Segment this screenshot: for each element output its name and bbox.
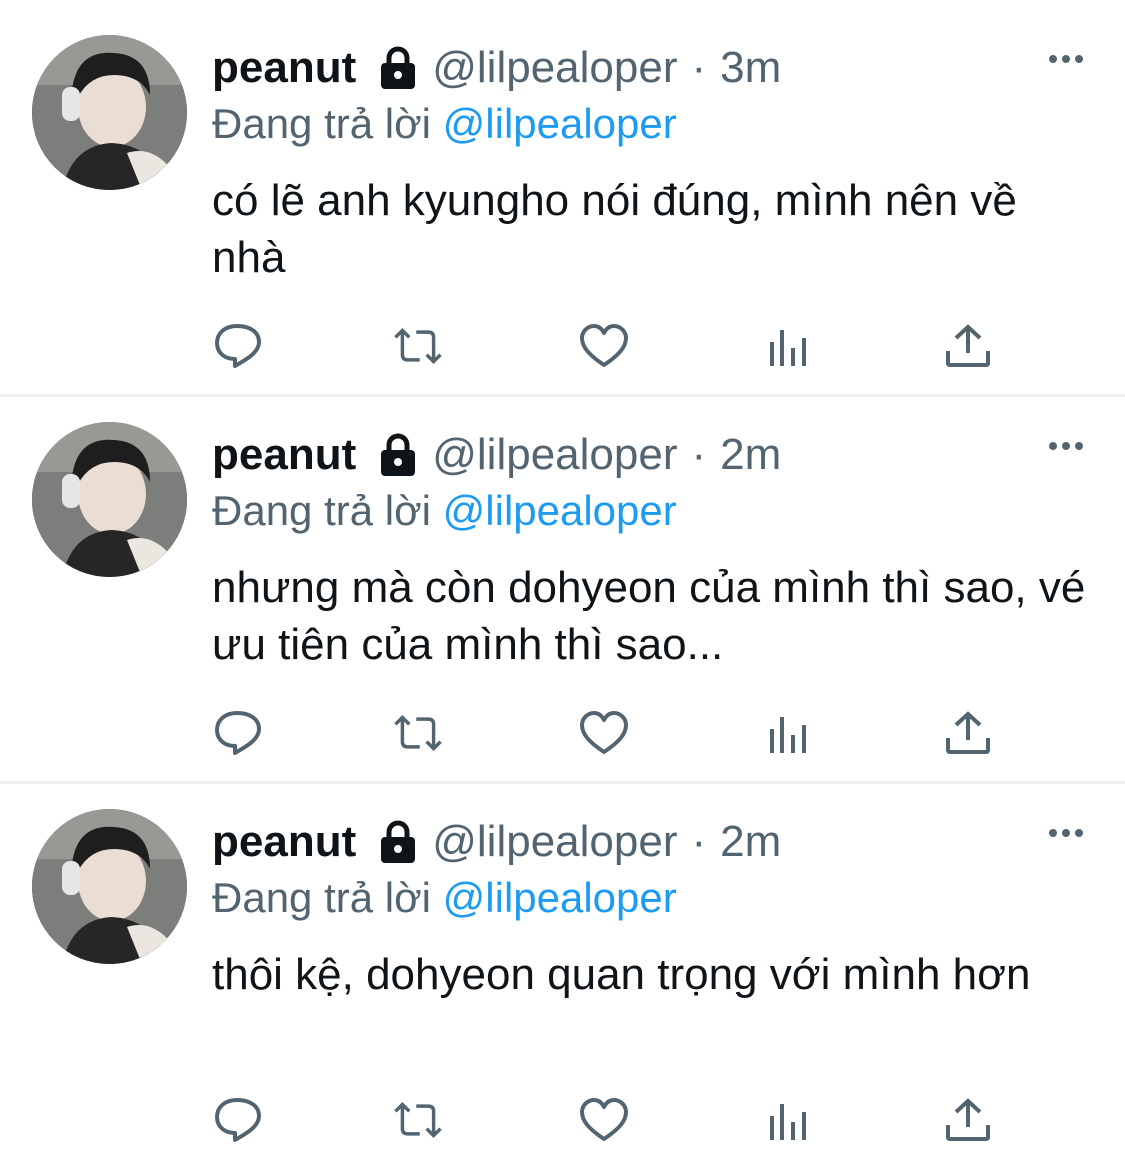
tweet-actions	[212, 707, 1002, 759]
tweet[interactable]: peanut @lilpealoper · 2m Đang trả lời @l…	[0, 774, 1125, 1167]
display-name[interactable]: peanut	[212, 43, 356, 93]
reply-icon[interactable]	[212, 320, 264, 372]
separator: ·	[691, 817, 707, 866]
tweet[interactable]: peanut @lilpealoper · 2m Đang trả lời @l…	[0, 387, 1125, 782]
reply-handle-link[interactable]: @lilpealoper	[443, 487, 677, 534]
tweet-header: peanut @lilpealoper · 2m	[212, 814, 781, 870]
tweet-header: peanut @lilpealoper · 2m	[212, 427, 781, 483]
share-icon[interactable]	[942, 1094, 994, 1146]
share-icon[interactable]	[942, 707, 994, 759]
retweet-icon[interactable]	[392, 1094, 444, 1146]
more-icon[interactable]	[1049, 55, 1083, 63]
replying-to: Đang trả lời @lilpealoper	[212, 874, 677, 922]
lock-icon	[378, 46, 418, 90]
lock-icon	[378, 433, 418, 477]
like-icon[interactable]	[578, 1094, 630, 1146]
analytics-icon[interactable]	[762, 320, 814, 372]
separator: ·	[691, 430, 707, 479]
user-handle[interactable]: @lilpealoper	[432, 817, 677, 867]
display-name[interactable]: peanut	[212, 817, 356, 867]
more-icon[interactable]	[1049, 829, 1083, 837]
tweet-actions	[212, 320, 1002, 372]
replying-to: Đang trả lời @lilpealoper	[212, 487, 677, 535]
user-handle[interactable]: @lilpealoper	[432, 43, 677, 93]
timestamp[interactable]: 3m	[720, 43, 781, 93]
lock-icon	[378, 820, 418, 864]
tweet-header: peanut @lilpealoper · 3m	[212, 40, 781, 96]
replying-to: Đang trả lời @lilpealoper	[212, 100, 677, 148]
reply-handle-link[interactable]: @lilpealoper	[443, 100, 677, 147]
more-icon[interactable]	[1049, 442, 1083, 450]
retweet-icon[interactable]	[392, 320, 444, 372]
like-icon[interactable]	[578, 707, 630, 759]
share-icon[interactable]	[942, 320, 994, 372]
reply-prefix: Đang trả lời	[212, 100, 431, 147]
avatar[interactable]	[32, 809, 187, 964]
display-name[interactable]: peanut	[212, 430, 356, 480]
reply-icon[interactable]	[212, 1094, 264, 1146]
analytics-icon[interactable]	[762, 1094, 814, 1146]
reply-handle-link[interactable]: @lilpealoper	[443, 874, 677, 921]
timestamp[interactable]: 2m	[720, 430, 781, 480]
separator: ·	[691, 43, 707, 92]
timestamp[interactable]: 2m	[720, 817, 781, 867]
tweet-text: có lẽ anh kyungho nói đúng, mình nên về …	[212, 176, 1017, 282]
reply-icon[interactable]	[212, 707, 264, 759]
tweet-text: thôi kệ, dohyeon quan trọng với mình hơn	[212, 950, 1031, 999]
retweet-icon[interactable]	[392, 707, 444, 759]
avatar[interactable]	[32, 422, 187, 577]
like-icon[interactable]	[578, 320, 630, 372]
avatar[interactable]	[32, 35, 187, 190]
tweet[interactable]: peanut @lilpealoper · 3m Đang trả lời @l…	[0, 0, 1125, 395]
user-handle[interactable]: @lilpealoper	[432, 430, 677, 480]
reply-prefix: Đang trả lời	[212, 487, 431, 534]
analytics-icon[interactable]	[762, 707, 814, 759]
tweet-text: nhưng mà còn dohyeon của mình thì sao, v…	[212, 563, 1086, 669]
tweet-actions	[212, 1094, 1002, 1146]
reply-prefix: Đang trả lời	[212, 874, 431, 921]
